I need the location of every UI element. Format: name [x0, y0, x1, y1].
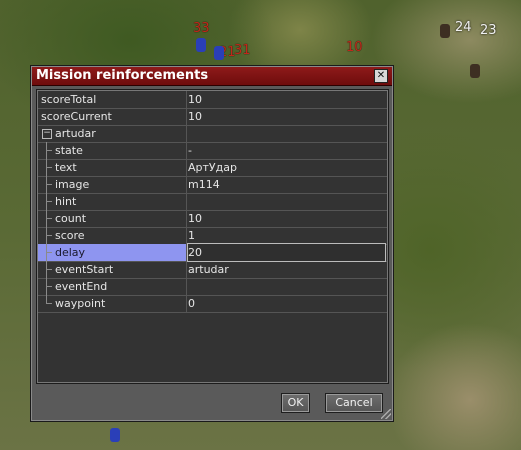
- property-row-count[interactable]: count 10: [38, 210, 387, 228]
- property-value-cell[interactable]: [188, 193, 385, 210]
- property-key-label: count: [55, 212, 87, 225]
- dialog-titlebar[interactable]: Mission reinforcements ✕: [32, 67, 392, 86]
- property-row-hint[interactable]: hint: [38, 193, 387, 211]
- property-key-cell[interactable]: state: [38, 142, 187, 159]
- property-key-cell[interactable]: image: [38, 176, 187, 193]
- property-value-cell[interactable]: 10: [188, 210, 385, 227]
- property-value-label: m114: [188, 178, 220, 191]
- ok-button[interactable]: OK: [281, 393, 310, 413]
- property-key-cell[interactable]: waypoint: [38, 295, 187, 312]
- property-value-label: 10: [188, 212, 202, 225]
- property-key-cell[interactable]: eventStart: [38, 261, 187, 278]
- tree-branch: [46, 184, 52, 185]
- unit-number-label: 23: [480, 23, 497, 38]
- property-key-cell[interactable]: delay: [38, 244, 187, 261]
- property-value-label: 20: [188, 246, 202, 259]
- property-value-label: 0: [188, 297, 195, 310]
- mission-reinforcements-dialog: Mission reinforcements ✕ scoreTotal 10 sco…: [30, 65, 394, 422]
- soldier-unit-icon[interactable]: [110, 428, 120, 442]
- soldier-unit-icon[interactable]: [196, 38, 206, 52]
- property-value-label: АртУдар: [188, 161, 237, 174]
- property-row-eventEnd[interactable]: eventEnd: [38, 278, 387, 296]
- unit-number-label: 24: [455, 20, 472, 35]
- property-value-cell[interactable]: [188, 125, 385, 142]
- property-key-cell[interactable]: hint: [38, 193, 187, 210]
- property-row-image[interactable]: image m114: [38, 176, 387, 194]
- property-row-score[interactable]: score 1: [38, 227, 387, 245]
- property-key-label: eventEnd: [55, 280, 108, 293]
- property-key-cell[interactable]: text: [38, 159, 187, 176]
- property-row-scoreCurrent[interactable]: scoreCurrent 10: [38, 108, 387, 126]
- property-value-cell[interactable]: 1: [188, 227, 385, 244]
- property-value-label: -: [188, 144, 192, 157]
- property-key-cell[interactable]: eventEnd: [38, 278, 187, 295]
- property-key-label: eventStart: [55, 263, 114, 276]
- soldier-unit-icon[interactable]: [470, 64, 480, 78]
- property-row-eventStart[interactable]: eventStart artudar: [38, 261, 387, 279]
- property-value-cell[interactable]: m114: [188, 176, 385, 193]
- tree-branch: [46, 303, 52, 304]
- property-value-cell[interactable]: 10: [188, 108, 385, 125]
- property-value-cell[interactable]: 10: [188, 91, 385, 108]
- property-grid: scoreTotal 10 scoreCurrent 10− artudar state -…: [36, 89, 389, 384]
- soldier-unit-icon[interactable]: [214, 46, 224, 60]
- property-row-text[interactable]: text АртУдар: [38, 159, 387, 177]
- property-key-cell[interactable]: count: [38, 210, 187, 227]
- property-value-cell[interactable]: АртУдар: [188, 159, 385, 176]
- resize-grip-icon[interactable]: [381, 409, 391, 419]
- tree-branch: [46, 269, 52, 270]
- property-key-label: scoreCurrent: [41, 110, 112, 123]
- property-key-label: state: [55, 144, 83, 157]
- property-value-cell[interactable]: artudar: [188, 261, 385, 278]
- unit-number-label: 31: [234, 43, 251, 58]
- tree-branch: [46, 150, 52, 151]
- property-value-label: 10: [188, 110, 202, 123]
- property-value-editor[interactable]: 20: [187, 243, 386, 262]
- tree-branch: [46, 167, 52, 168]
- tree-branch: [46, 235, 52, 236]
- tree-branch: [46, 286, 52, 287]
- unit-number-label: 33: [193, 21, 210, 36]
- property-key-label: waypoint: [55, 297, 106, 310]
- unit-number-label: 10: [346, 40, 363, 55]
- property-key-cell[interactable]: − artudar: [38, 125, 187, 142]
- property-key-label: score: [55, 229, 85, 242]
- property-key-label: hint: [55, 195, 77, 208]
- property-key-label: artudar: [55, 127, 96, 140]
- property-key-cell[interactable]: scoreTotal: [38, 91, 187, 108]
- property-row-waypoint[interactable]: waypoint 0: [38, 295, 387, 313]
- dialog-title: Mission reinforcements: [36, 68, 209, 83]
- tree-branch: [46, 218, 52, 219]
- tree-branch: [46, 252, 52, 253]
- property-row-scoreTotal[interactable]: scoreTotal 10: [38, 91, 387, 109]
- soldier-unit-icon[interactable]: [440, 24, 450, 38]
- property-row-artudar[interactable]: − artudar: [38, 125, 387, 143]
- property-key-cell[interactable]: scoreCurrent: [38, 108, 187, 125]
- property-value-cell[interactable]: -: [188, 142, 385, 159]
- property-value-label: 1: [188, 229, 195, 242]
- close-icon[interactable]: ✕: [374, 69, 388, 83]
- property-key-label: scoreTotal: [41, 93, 97, 106]
- cancel-button[interactable]: Cancel: [325, 393, 383, 413]
- property-value-label: artudar: [188, 263, 229, 276]
- property-key-cell[interactable]: score: [38, 227, 187, 244]
- collapse-icon[interactable]: −: [42, 129, 52, 139]
- property-key-label: text: [55, 161, 77, 174]
- property-value-cell[interactable]: [188, 278, 385, 295]
- property-row-delay[interactable]: delay 20: [38, 243, 387, 262]
- property-key-label: image: [55, 178, 90, 191]
- property-value-label: 10: [188, 93, 202, 106]
- property-value-cell[interactable]: 0: [188, 295, 385, 312]
- property-key-label: delay: [55, 246, 86, 259]
- tree-branch: [46, 201, 52, 202]
- property-row-state[interactable]: state -: [38, 142, 387, 160]
